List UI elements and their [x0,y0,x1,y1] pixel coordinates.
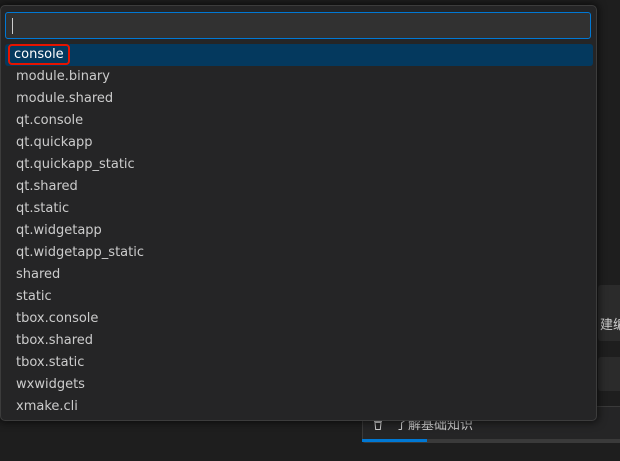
quick-pick-item-label: qt.quickapp [16,135,93,150]
background-peek-text: 建编 [600,318,620,333]
quick-pick-item[interactable]: console [5,44,593,66]
quick-pick-item-label: tbox.console [16,311,99,326]
quick-pick-item[interactable]: qt.quickapp [5,132,593,154]
quick-pick-item[interactable]: qt.shared [5,176,593,198]
walkthrough-progress-fill [362,439,427,442]
quick-pick-item-label: qt.quickapp_static [16,157,135,172]
quick-pick-item[interactable]: tbox.static [5,352,593,374]
quick-pick-item[interactable]: qt.widgetapp_static [5,242,593,264]
editor-window: 建编 了解基础知识 console module.binary module.sha… [0,0,620,461]
quick-pick-item[interactable]: qt.console [5,110,593,132]
quick-pick-item-label: xmake.cli [16,399,78,414]
quick-pick-item[interactable]: shared [5,264,593,286]
quick-pick-item-label: module.binary [16,69,110,84]
quick-pick-item-label: qt.console [16,113,84,128]
quick-pick-item-label: qt.widgetapp [16,223,102,238]
quick-pick-item-label: qt.widgetapp_static [16,245,144,260]
quick-pick-item-label: module.shared [16,91,114,106]
quick-pick-item-label: tbox.shared [16,333,94,348]
quick-pick-item[interactable]: qt.widgetapp [5,220,593,242]
quick-pick-item[interactable]: qt.static [5,198,593,220]
text-caret [12,18,13,34]
quick-pick-input[interactable] [5,12,591,39]
quick-pick-item-label: qt.shared [16,179,78,194]
walkthrough-progress [362,439,620,442]
quick-pick-item[interactable]: module.shared [5,88,593,110]
background-card [598,357,620,391]
quick-pick-list: console module.binary module.shared qt.cons… [5,44,593,418]
quick-pick-item-label: qt.static [16,201,70,216]
quick-pick-item[interactable]: tbox.shared [5,330,593,352]
quick-pick-item[interactable]: module.binary [5,66,593,88]
quick-pick-item-label: console [8,44,70,65]
quick-pick-item[interactable]: tbox.console [5,308,593,330]
quick-pick-item-label: tbox.static [16,355,85,370]
quick-pick-item[interactable]: wxwidgets [5,374,593,396]
quick-pick: console module.binary module.shared qt.cons… [0,5,597,421]
quick-pick-item[interactable]: qt.quickapp_static [5,154,593,176]
quick-pick-item-label: wxwidgets [16,377,85,392]
quick-pick-item-label: static [16,289,52,304]
quick-pick-item[interactable]: xmake.cli [5,396,593,418]
quick-pick-item-label: shared [16,267,61,282]
quick-pick-item[interactable]: static [5,286,593,308]
